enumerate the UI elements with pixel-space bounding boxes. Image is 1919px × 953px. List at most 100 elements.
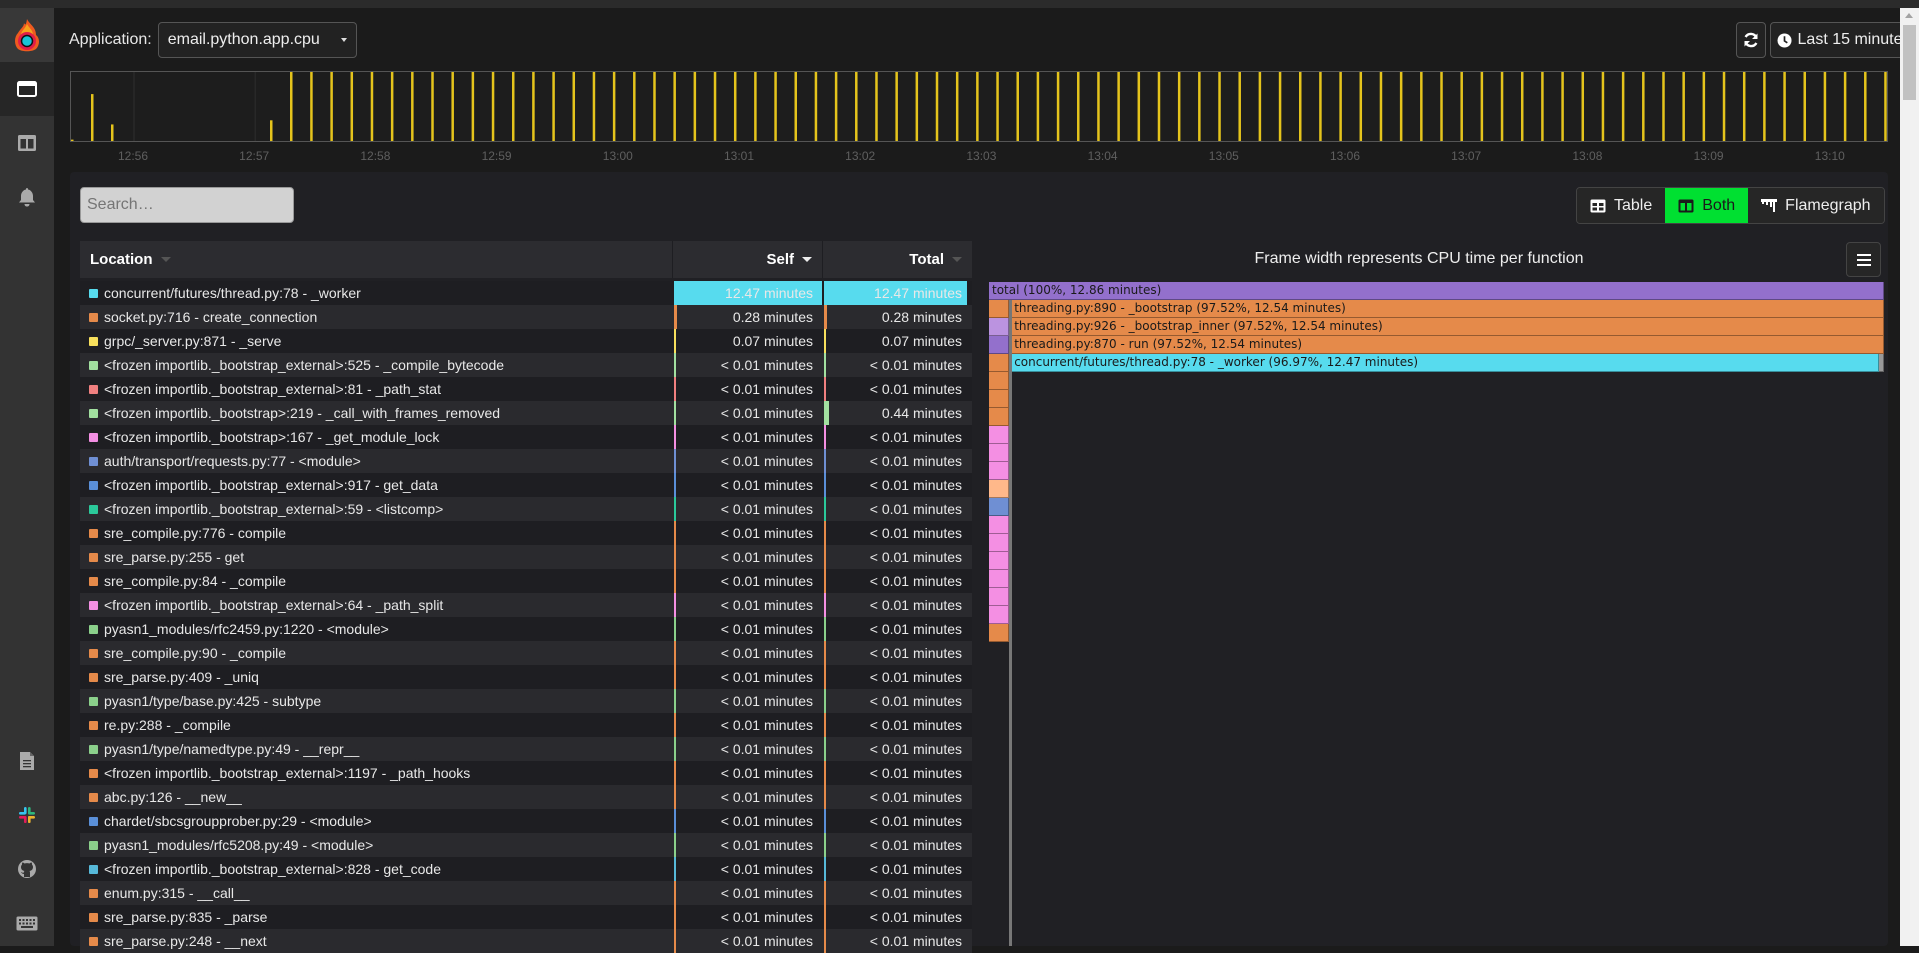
table-row[interactable]: sre_compile.py:84 - _compile < 0.01 minut…	[80, 569, 972, 593]
table-row[interactable]: re.py:288 - _compile < 0.01 minutes < 0.01…	[80, 713, 972, 737]
sidebar-item-single-view[interactable]	[0, 62, 54, 116]
table-row[interactable]: concurrent/futures/thread.py:78 - _worke…	[80, 281, 972, 305]
total-bar	[824, 473, 826, 497]
view-toggle: Table Both Flamegraph	[1576, 187, 1885, 224]
flamegraph-frame[interactable]	[989, 336, 1009, 354]
total-value: 0.44 minutes	[881, 405, 962, 421]
timeline-axis: 12:56 12:57 12:58 12:59 13:00 13:01 13:02 13:03…	[70, 149, 1888, 165]
flamegraph-frame[interactable]	[989, 570, 1009, 588]
table-row[interactable]: pyasn1_modules/rfc5208.py:49 - <module> <…	[80, 833, 972, 857]
table-row[interactable]: chardet/sbcsgroupprober.py:29 - <module>…	[80, 809, 972, 833]
scroll-up-arrow-icon[interactable]	[1905, 13, 1913, 18]
sidebar-item-shortcuts[interactable]	[0, 896, 54, 950]
table-row[interactable]: sre_compile.py:776 - compile < 0.01 minut…	[80, 521, 972, 545]
table-row[interactable]: enum.py:315 - __call__ < 0.01 minutes < 0.…	[80, 881, 972, 905]
flamegraph-frame[interactable]	[989, 462, 1009, 480]
timeline-bar	[612, 72, 616, 141]
sidebar-item-slack[interactable]	[0, 788, 54, 842]
flamegraph-frame[interactable]	[989, 498, 1009, 516]
timeline-bar	[996, 72, 999, 141]
self-value: < 0.01 minutes	[720, 573, 813, 589]
flamegraph-frame[interactable]	[989, 444, 1009, 462]
sidebar-item-docs[interactable]	[0, 734, 54, 788]
table-row[interactable]: <frozen importlib._bootstrap_external>:9…	[80, 473, 972, 497]
flamegraph-frame[interactable]: concurrent/futures/thread.py:78 - _worke…	[1011, 354, 1880, 372]
timeline-bar	[370, 72, 374, 141]
table-row[interactable]: <frozen importlib._bootstrap>:219 - _cal…	[80, 401, 972, 425]
table-row[interactable]: <frozen importlib._bootstrap_external>:6…	[80, 593, 972, 617]
table-row[interactable]: sre_parse.py:409 - _uniq < 0.01 minutes < …	[80, 665, 972, 689]
flamegraph-frame[interactable]	[989, 480, 1009, 498]
sidebar-item-comparison-view[interactable]	[0, 116, 54, 170]
hamburger-icon	[1856, 253, 1871, 266]
table-row[interactable]: grpc/_server.py:871 - _serve 0.07 minutes…	[80, 329, 972, 353]
flamegraph-frame[interactable]	[989, 552, 1009, 570]
table-row[interactable]: <frozen importlib._bootstrap_external>:1…	[80, 761, 972, 785]
flamegraph-frame[interactable]	[989, 408, 1009, 426]
table-row[interactable]: sre_parse.py:835 - _parse < 0.01 minutes <…	[80, 905, 972, 929]
table-row[interactable]: abc.py:126 - __new__ < 0.01 minutes < 0.01…	[80, 785, 972, 809]
table-row[interactable]: sre_compile.py:90 - _compile < 0.01 minut…	[80, 641, 972, 665]
view-flamegraph-button[interactable]: Flamegraph	[1748, 188, 1884, 223]
table-row[interactable]: <frozen importlib._bootstrap_external>:8…	[80, 377, 972, 401]
flamegraph-frame[interactable]	[989, 372, 1009, 390]
flamegraph-frame[interactable]: threading.py:890 - _bootstrap (97.52%, 1…	[1011, 300, 1884, 318]
column-header-location[interactable]: Location	[80, 241, 673, 278]
location-cell: grpc/_server.py:871 - _serve	[80, 329, 673, 353]
timeline-chart[interactable]	[70, 71, 1888, 142]
page-scrollbar[interactable]	[1900, 8, 1919, 946]
table-row[interactable]: pyasn1_modules/rfc2459.py:1220 - <module…	[80, 617, 972, 641]
flamegraph-frame[interactable]: threading.py:870 - run (97.52%, 12.54 mi…	[1011, 336, 1884, 354]
location-cell: sre_parse.py:409 - _uniq	[80, 665, 673, 689]
table-row[interactable]: <frozen importlib._bootstrap_external>:5…	[80, 497, 972, 521]
total-value: 0.07 minutes	[881, 333, 962, 349]
column-header-self[interactable]: Self	[673, 241, 823, 278]
flamegraph-frame[interactable]	[989, 300, 1009, 318]
flamegraph-divider	[1009, 300, 1012, 946]
flamegraph-frame[interactable]	[989, 390, 1009, 408]
flamegraph-frame[interactable]	[989, 426, 1009, 444]
table-row[interactable]: <frozen importlib._bootstrap_external>:8…	[80, 857, 972, 881]
table-row[interactable]: <frozen importlib._bootstrap_external>:5…	[80, 353, 972, 377]
timeline-bar	[1500, 72, 1504, 141]
table-row[interactable]: pyasn1/type/namedtype.py:49 - __repr__ < …	[80, 737, 972, 761]
sidebar-item-alerts[interactable]	[0, 170, 54, 224]
scroll-thumb[interactable]	[1903, 25, 1916, 100]
location-text: sre_parse.py:248 - __next	[104, 933, 267, 949]
table-row[interactable]: sre_parse.py:248 - __next < 0.01 minutes <…	[80, 929, 972, 953]
application-select[interactable]: email.python.app.cpu	[157, 22, 357, 58]
flamegraph-frame[interactable]	[989, 354, 1009, 372]
table-row[interactable]: <frozen importlib._bootstrap>:167 - _get…	[80, 425, 972, 449]
self-value: < 0.01 minutes	[720, 933, 813, 949]
self-cell: 12.47 minutes	[673, 281, 823, 305]
timeline-bar	[532, 72, 535, 141]
flamegraph-frame[interactable]	[1879, 354, 1884, 372]
flamegraph-frame[interactable]	[989, 318, 1009, 336]
view-both-button[interactable]: Both	[1665, 188, 1749, 223]
view-table-button[interactable]: Table	[1577, 188, 1666, 223]
flamegraph-frame[interactable]	[989, 588, 1009, 606]
column-header-total[interactable]: Total	[823, 241, 972, 278]
flamegraph-frame[interactable]: total (100%, 12.86 minutes)	[989, 282, 1884, 300]
total-value: < 0.01 minutes	[869, 549, 962, 565]
flamegraph-frame[interactable]	[989, 624, 1009, 642]
flamegraph-frame[interactable]: threading.py:926 - _bootstrap_inner (97.…	[1011, 318, 1884, 336]
refresh-button[interactable]	[1736, 22, 1766, 58]
timeline-bar	[1258, 72, 1262, 141]
sidebar-item-logo[interactable]	[0, 8, 54, 62]
flamegraph-frame[interactable]	[989, 534, 1009, 552]
table-row[interactable]: auth/transport/requests.py:77 - <module>…	[80, 449, 972, 473]
sidebar-item-github[interactable]	[0, 842, 54, 896]
flamegraph-menu-button[interactable]	[1846, 242, 1881, 277]
self-cell: < 0.01 minutes	[673, 689, 823, 713]
search-input[interactable]	[80, 187, 294, 223]
table-row[interactable]: pyasn1/type/base.py:425 - subtype < 0.01 …	[80, 689, 972, 713]
flamegraph[interactable]: total (100%, 12.86 minutes) threading.py:…	[989, 282, 1884, 946]
table-row[interactable]: socket.py:716 - create_connection 0.28 mi…	[80, 305, 972, 329]
time-range-button[interactable]: Last 15 minutes	[1770, 22, 1917, 58]
flamegraph-frame[interactable]	[989, 606, 1009, 624]
flamegraph-frame[interactable]	[989, 516, 1009, 534]
table-row[interactable]: sre_parse.py:255 - get < 0.01 minutes < 0.…	[80, 545, 972, 569]
location-cell: concurrent/futures/thread.py:78 - _worke…	[80, 281, 673, 305]
total-bar	[824, 401, 829, 425]
